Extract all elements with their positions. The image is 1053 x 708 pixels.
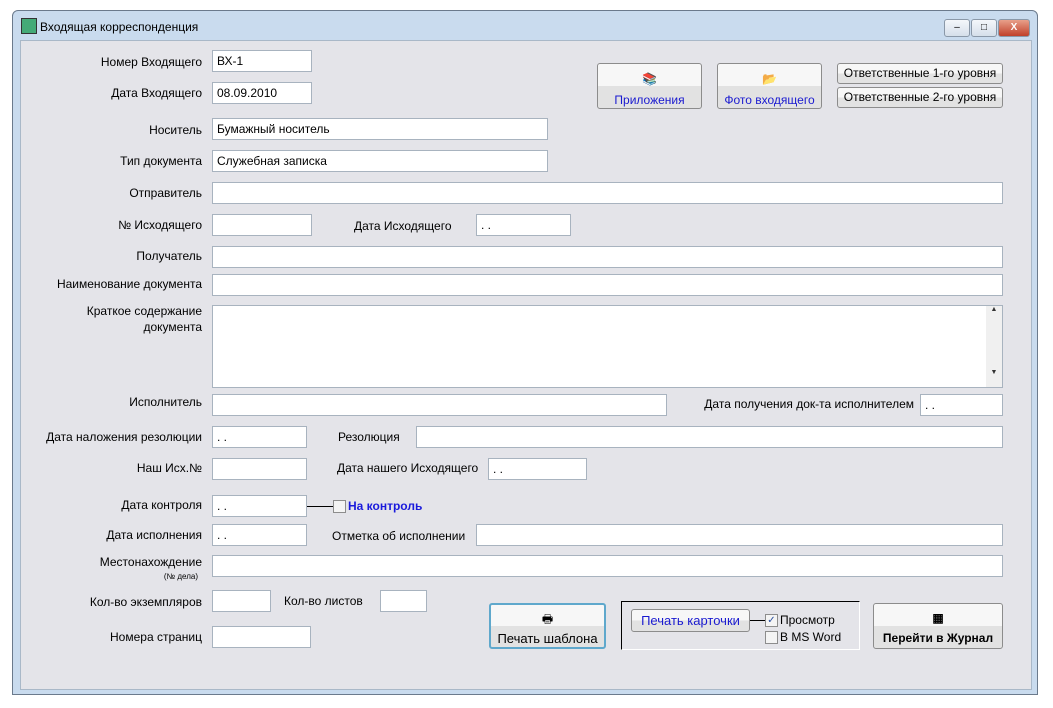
- label: Дата контроля: [121, 498, 202, 512]
- books-icon: 📚: [642, 72, 657, 86]
- label: Отметка об исполнении: [332, 529, 466, 543]
- label: № Исходящего: [118, 218, 202, 232]
- scrollbar[interactable]: ▲ ▼: [986, 306, 1002, 387]
- label: (№ дела): [163, 572, 198, 581]
- label: Номера страниц: [110, 630, 202, 644]
- incoming-date-input[interactable]: 08.09.2010: [212, 82, 312, 104]
- label: Отправитель: [129, 186, 202, 200]
- attachments-button[interactable]: 📚 Приложения: [597, 63, 702, 109]
- control-checkbox[interactable]: [333, 500, 346, 513]
- window-title: Входящая корреспонденция: [40, 20, 199, 34]
- label: Краткое содержание: [86, 304, 202, 318]
- label: Дата Входящего: [111, 86, 202, 100]
- label: Местонахождение: [99, 555, 202, 569]
- label: Номер Входящего: [100, 55, 202, 69]
- ms-word-label: В MS Word: [780, 630, 842, 644]
- label: Наш Исх.№: [136, 461, 202, 475]
- label: Тип документа: [120, 154, 202, 168]
- label: Кол-во листов: [284, 594, 363, 608]
- print-template-button[interactable]: 🖶 Печать шаблона: [489, 603, 606, 649]
- app-icon: [21, 18, 37, 34]
- our-out-date-input[interactable]: . .: [488, 458, 587, 480]
- journal-label: Перейти в Журнал: [882, 631, 994, 645]
- resolution-input[interactable]: [416, 426, 1003, 448]
- label: Дата нашего Исходящего: [337, 461, 479, 475]
- label: Исполнитель: [129, 395, 202, 409]
- label: документа: [143, 320, 202, 334]
- print-card-button[interactable]: Печать карточки: [631, 609, 750, 632]
- location-input[interactable]: [212, 555, 1003, 577]
- ms-word-checkbox[interactable]: [765, 631, 778, 644]
- done-mark-input[interactable]: [476, 524, 1003, 546]
- attachments-label: Приложения: [614, 93, 685, 107]
- label: Наименование документа: [56, 277, 202, 291]
- control-checkbox-label[interactable]: На контроль: [348, 499, 422, 513]
- photo-label: Фото входящего: [724, 93, 815, 107]
- preview-label: Просмотр: [780, 613, 835, 627]
- incoming-no-input[interactable]: ВХ-1: [212, 50, 312, 72]
- print-template-label: Печать шаблона: [497, 631, 598, 646]
- label: Носитель: [149, 123, 202, 137]
- copies-input[interactable]: [212, 590, 271, 612]
- exec-received-date-input[interactable]: . .: [920, 394, 1003, 416]
- connector-line: [307, 506, 333, 507]
- folder-open-icon: 📂: [762, 72, 777, 86]
- outgoing-date-input[interactable]: . .: [476, 214, 571, 236]
- connector-line: [750, 620, 765, 621]
- photo-button[interactable]: 📂 Фото входящего: [717, 63, 822, 109]
- label: Дата исполнения: [106, 528, 202, 542]
- preview-checkbox[interactable]: ✓: [765, 614, 778, 627]
- summary-textarea[interactable]: [212, 305, 1003, 388]
- responsible-level1-button[interactable]: Ответственные 1-го уровня: [837, 63, 1003, 84]
- label: Дата получения док-та исполнителем: [704, 397, 914, 411]
- maximize-button[interactable]: □: [971, 19, 997, 37]
- responsible-level2-button[interactable]: Ответственные 2-го уровня: [837, 87, 1003, 108]
- sender-input[interactable]: [212, 182, 1003, 204]
- label: Кол-во экземпляров: [89, 595, 202, 609]
- our-out-no-input[interactable]: [212, 458, 307, 480]
- pages-input[interactable]: [212, 626, 311, 648]
- label: Дата Исходящего: [354, 219, 452, 233]
- go-to-journal-button[interactable]: ▦ Перейти в Журнал: [873, 603, 1003, 649]
- control-date-input[interactable]: . .: [212, 495, 307, 517]
- doc-type-input[interactable]: Служебная записка: [212, 150, 548, 172]
- doc-name-input[interactable]: [212, 274, 1003, 296]
- outgoing-no-input[interactable]: [212, 214, 312, 236]
- label: Резолюция: [338, 430, 400, 444]
- executor-input[interactable]: [212, 394, 667, 416]
- done-date-input[interactable]: . .: [212, 524, 307, 546]
- sheets-input[interactable]: [380, 590, 427, 612]
- carrier-input[interactable]: Бумажный носитель: [212, 118, 548, 140]
- label: Получатель: [136, 249, 202, 263]
- label: Дата наложения резолюции: [46, 430, 202, 444]
- table-icon: ▦: [932, 611, 944, 625]
- minimize-button[interactable]: –: [944, 19, 970, 37]
- resolution-date-input[interactable]: . .: [212, 426, 307, 448]
- printer-icon: 🖶: [541, 612, 554, 626]
- close-button[interactable]: X: [998, 19, 1030, 37]
- recipient-input[interactable]: [212, 246, 1003, 268]
